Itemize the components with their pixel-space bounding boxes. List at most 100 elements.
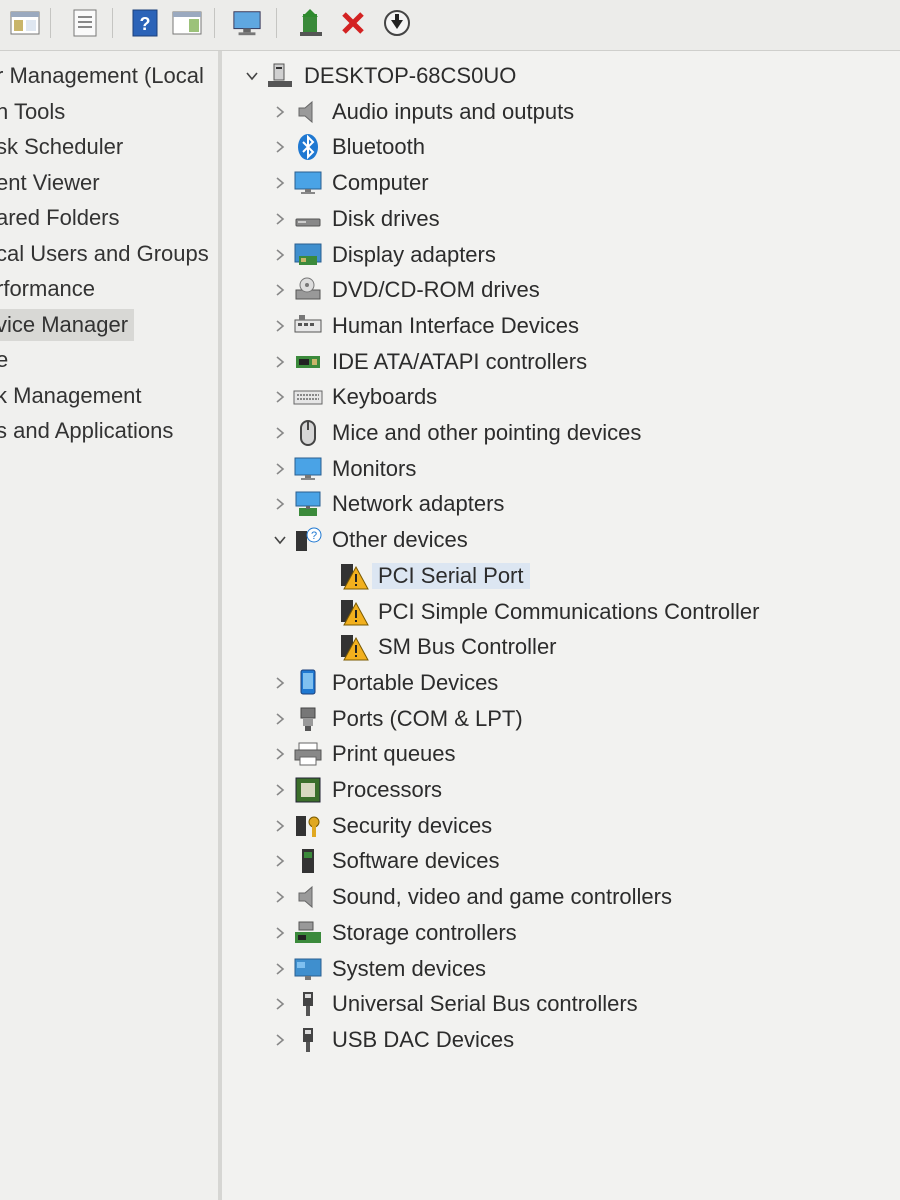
tree-item-label: Computer xyxy=(332,170,429,196)
tree-item-label: DVD/CD-ROM drives xyxy=(332,277,540,303)
tree-item-dvd-cd-rom-drives[interactable]: DVD/CD-ROM drives xyxy=(268,273,540,307)
tree-item-label: Mice and other pointing devices xyxy=(332,420,642,445)
tree-item-mice-and-other-pointing-devices[interactable]: Mice and other pointing devices xyxy=(268,416,641,450)
tree-item-processors[interactable]: Processors xyxy=(268,773,442,807)
tree-item-human-interface-devices[interactable]: Human Interface Devices xyxy=(268,309,579,343)
chevron-right-icon[interactable] xyxy=(268,380,292,414)
tree-root-desktop-68cs0uo[interactable]: DESKTOP-68CS0UO xyxy=(240,59,516,93)
chevron-right-icon[interactable] xyxy=(268,487,292,521)
tree-item-pci-simple-communications-controller[interactable]: PCI Simple Communications Controller xyxy=(338,595,759,629)
tree-item-label: Human Interface Devices xyxy=(332,312,579,338)
software-device-icon xyxy=(292,845,324,877)
tree-item-software-devices[interactable]: Software devices xyxy=(268,844,500,878)
usb-icon xyxy=(292,988,324,1020)
chevron-right-icon[interactable] xyxy=(268,880,292,914)
properties-icon[interactable] xyxy=(70,6,100,40)
update-driver-icon[interactable] xyxy=(296,6,326,40)
tree-item-label: DESKTOP-68CS0UO xyxy=(304,63,517,88)
monitor-icon xyxy=(292,167,324,199)
help-icon[interactable]: ? xyxy=(130,6,160,40)
tree-item-usb-dac-devices[interactable]: USB DAC Devices xyxy=(268,1023,514,1057)
printer-icon xyxy=(292,738,324,770)
disable-device-icon[interactable] xyxy=(382,6,412,40)
computer-root-icon xyxy=(264,60,296,92)
warning-device-icon xyxy=(338,631,370,663)
chevron-right-icon[interactable] xyxy=(268,416,292,450)
uninstall-icon[interactable] xyxy=(338,6,368,40)
scan-hardware-icon[interactable] xyxy=(232,6,262,40)
chevron-right-icon[interactable] xyxy=(268,166,292,200)
svg-text:?: ? xyxy=(311,530,317,542)
chevron-right-icon[interactable] xyxy=(268,130,292,164)
system-device-icon xyxy=(292,953,324,985)
nav-item-s-and-applications[interactable]: s and Applications xyxy=(0,415,173,447)
tree-item-label: PCI Simple Communications Controller xyxy=(378,598,760,624)
tree-item-portable-devices[interactable]: Portable Devices xyxy=(268,666,498,700)
tree-item-system-devices[interactable]: System devices xyxy=(268,952,486,986)
portable-device-icon xyxy=(292,667,324,699)
action-pane-icon[interactable] xyxy=(172,6,202,40)
tree-item-label: Network adapters xyxy=(332,491,505,517)
tree-item-label: Monitors xyxy=(332,455,417,481)
tree-item-label: Bluetooth xyxy=(332,134,425,160)
chevron-right-icon[interactable] xyxy=(268,452,292,486)
nav-item-k-management[interactable]: k Management xyxy=(0,380,142,412)
nav-item-rformance[interactable]: rformance xyxy=(0,273,95,305)
tree-item-ide-ata-atapi-controllers[interactable]: IDE ATA/ATAPI controllers xyxy=(268,345,587,379)
tree-item-label: Software devices xyxy=(332,848,500,874)
tree-item-label: Print queues xyxy=(332,741,456,767)
nav-item-sk-scheduler[interactable]: sk Scheduler xyxy=(0,131,123,163)
chevron-right-icon[interactable] xyxy=(268,987,292,1021)
tree-item-sound-video-and-game-controllers[interactable]: Sound, video and game controllers xyxy=(268,880,672,914)
tree-item-storage-controllers[interactable]: Storage controllers xyxy=(268,916,517,950)
chevron-right-icon[interactable] xyxy=(268,238,292,272)
tree-item-ports-com-lpt[interactable]: Ports (COM & LPT) xyxy=(268,702,523,736)
tree-item-disk-drives[interactable]: Disk drives xyxy=(268,202,440,236)
tree-item-label: Security devices xyxy=(332,812,493,838)
tree-item-display-adapters[interactable]: Display adapters xyxy=(268,238,496,272)
chevron-right-icon[interactable] xyxy=(268,666,292,700)
chevron-right-icon[interactable] xyxy=(268,773,292,807)
nav-item-ent-viewer[interactable]: ent Viewer xyxy=(0,167,100,199)
chevron-right-icon[interactable] xyxy=(268,952,292,986)
tree-item-computer[interactable]: Computer xyxy=(268,166,429,200)
tree-item-sm-bus-controller[interactable]: SM Bus Controller xyxy=(338,630,557,664)
chevron-right-icon[interactable] xyxy=(268,809,292,843)
tree-item-audio-inputs-and-outputs[interactable]: Audio inputs and outputs xyxy=(268,95,574,129)
tree-item-bluetooth[interactable]: Bluetooth xyxy=(268,130,425,164)
tree-item-universal-serial-bus-controllers[interactable]: Universal Serial Bus controllers xyxy=(268,987,638,1021)
chevron-right-icon[interactable] xyxy=(268,309,292,343)
tree-item-keyboards[interactable]: Keyboards xyxy=(268,380,437,414)
chevron-right-icon[interactable] xyxy=(268,202,292,236)
chevron-right-icon[interactable] xyxy=(268,702,292,736)
tree-item-other-devices[interactable]: ? Other devices xyxy=(268,523,468,557)
tree-item-pci-serial-port[interactable]: PCI Serial Port xyxy=(338,559,530,593)
monitor-icon xyxy=(292,453,324,485)
chevron-down-icon[interactable] xyxy=(268,523,292,557)
tree-item-security-devices[interactable]: Security devices xyxy=(268,809,492,843)
nav-item-n-tools[interactable]: n Tools xyxy=(0,96,65,128)
chevron-right-icon[interactable] xyxy=(268,844,292,878)
tree-item-label: IDE ATA/ATAPI controllers xyxy=(332,348,588,374)
console-tree-icon[interactable] xyxy=(10,6,40,40)
nav-item-ared-folders[interactable]: ared Folders xyxy=(0,202,120,234)
nav-item-r-management-local[interactable]: r Management (Local xyxy=(0,60,204,92)
chevron-right-icon[interactable] xyxy=(268,916,292,950)
chevron-right-icon[interactable] xyxy=(268,95,292,129)
tree-item-print-queues[interactable]: Print queues xyxy=(268,737,456,771)
disk-drive-icon xyxy=(292,203,324,235)
toolbar: ? xyxy=(0,0,900,51)
chevron-right-icon[interactable] xyxy=(268,1023,292,1057)
tree-item-label: SM Bus Controller xyxy=(378,634,557,660)
tree-item-monitors[interactable]: Monitors xyxy=(268,452,416,486)
chevron-right-icon[interactable] xyxy=(268,273,292,307)
nav-item-vice-manager[interactable]: vice Manager xyxy=(0,308,135,341)
chevron-down-icon[interactable] xyxy=(240,59,264,93)
tree-item-label: Universal Serial Bus controllers xyxy=(332,991,638,1017)
nav-item-cal-users-and-groups[interactable]: cal Users and Groups xyxy=(0,238,209,270)
tree-item-network-adapters[interactable]: Network adapters xyxy=(268,487,504,521)
bluetooth-icon xyxy=(292,131,324,163)
chevron-right-icon[interactable] xyxy=(268,345,292,379)
chevron-right-icon[interactable] xyxy=(268,737,292,771)
nav-item-e[interactable]: e xyxy=(0,344,8,376)
